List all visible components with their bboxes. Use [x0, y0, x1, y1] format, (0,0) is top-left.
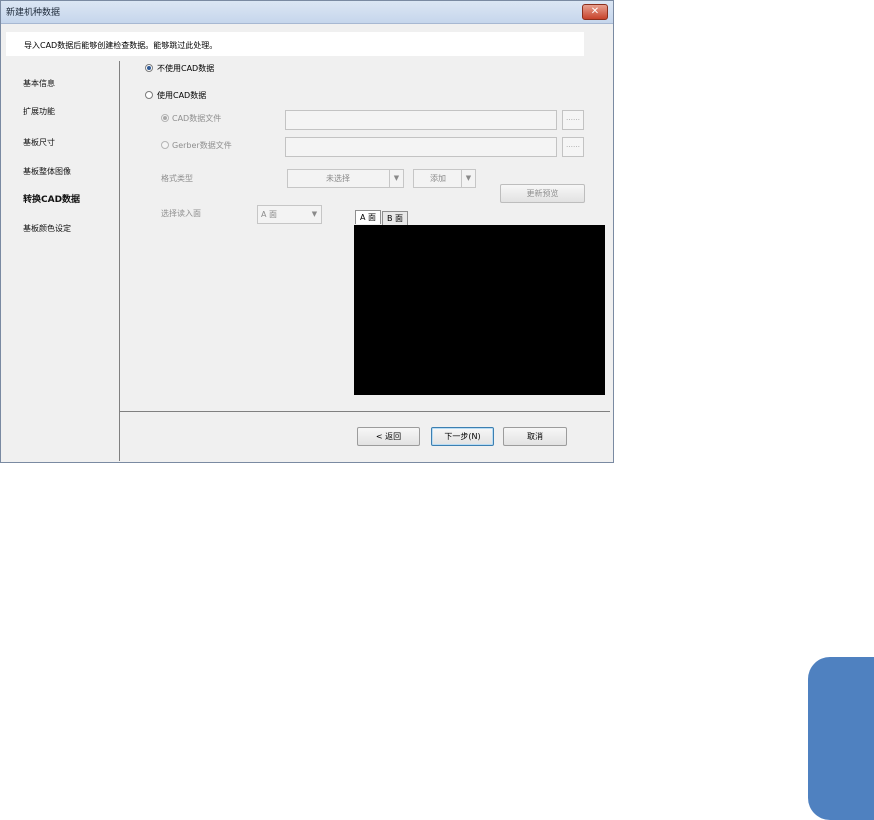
tab-side-b[interactable]: B 面 — [382, 211, 409, 225]
add-format-label: 添加 — [430, 174, 446, 183]
no-cad-radio[interactable] — [145, 64, 153, 72]
no-cad-label[interactable]: 不使用CAD数据 — [157, 63, 214, 74]
nav-divider — [119, 61, 120, 461]
cad-file-path-field[interactable] — [285, 110, 557, 130]
back-button[interactable]: < 返回 — [357, 427, 420, 446]
tab-side-a[interactable]: A 面 — [355, 210, 382, 224]
footer-divider — [120, 411, 610, 412]
format-type-select[interactable]: 未选择 ▼ — [287, 169, 404, 188]
nav-item-basic-info[interactable]: 基本信息 — [23, 78, 55, 89]
cad-file-radio[interactable] — [161, 114, 169, 122]
nav-item-board-color[interactable]: 基板颜色设定 — [23, 223, 71, 234]
close-button[interactable]: ✕ — [582, 4, 608, 20]
use-cad-radio[interactable] — [145, 91, 153, 99]
new-model-dialog: 新建机种数据 ✕ 导入CAD数据后能够创建检查数据。能够跳过此处理。 基本信息 … — [0, 0, 614, 463]
import-side-label: 选择读入面 — [161, 209, 201, 218]
chevron-down-icon: ▼ — [311, 210, 318, 218]
banner-text: 导入CAD数据后能够创建检查数据。能够跳过此处理。 — [24, 41, 218, 50]
format-type-label: 格式类型 — [161, 174, 193, 183]
import-side-value: A 面 — [261, 210, 278, 219]
nav-item-extended-functions[interactable]: 扩展功能 — [23, 106, 55, 117]
cad-preview-canvas — [354, 225, 605, 395]
nav-item-convert-cad[interactable]: 转换CAD数据 — [23, 192, 80, 205]
info-banner: 导入CAD数据后能够创建检查数据。能够跳过此处理。 — [6, 32, 584, 56]
gerber-file-radio[interactable] — [161, 141, 169, 149]
chevron-down-icon: ▼ — [389, 170, 403, 187]
gerber-file-label: Gerber数据文件 — [172, 141, 232, 150]
chevron-down-icon: ▼ — [461, 170, 475, 187]
cad-file-browse-button[interactable]: …… — [562, 110, 584, 130]
cad-file-label: CAD数据文件 — [172, 114, 222, 123]
cancel-button[interactable]: 取消 — [503, 427, 567, 446]
update-preview-button[interactable]: 更新预览 — [500, 184, 585, 203]
nav-item-board-size[interactable]: 基板尺寸 — [23, 137, 55, 148]
next-button[interactable]: 下一步(N) — [431, 427, 494, 446]
title-bar: 新建机种数据 ✕ — [1, 1, 613, 24]
add-format-select[interactable]: 添加 ▼ — [413, 169, 476, 188]
gerber-file-browse-button[interactable]: …… — [562, 137, 584, 157]
nav-item-board-image[interactable]: 基板整体图像 — [23, 166, 71, 177]
import-side-select[interactable]: A 面 ▼ — [257, 205, 322, 224]
use-cad-label[interactable]: 使用CAD数据 — [157, 90, 206, 101]
gerber-file-path-field[interactable] — [285, 137, 557, 157]
step-nav: 基本信息 扩展功能 基板尺寸 基板整体图像 转换CAD数据 基板颜色设定 — [1, 61, 119, 461]
side-tab-decoration — [808, 657, 874, 820]
format-type-value: 未选择 — [326, 174, 350, 183]
window-title: 新建机种数据 — [6, 8, 61, 18]
